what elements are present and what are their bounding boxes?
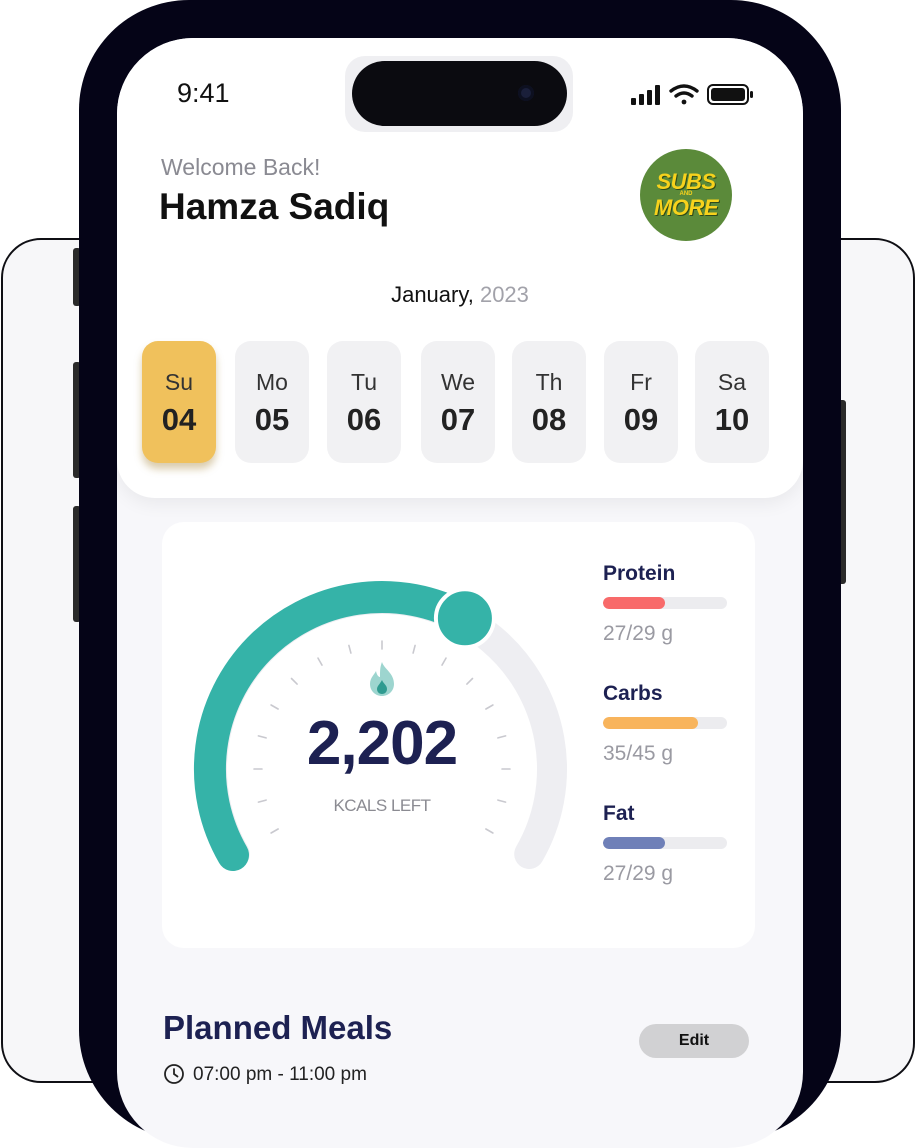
day-card-th[interactable]: Th 08 — [512, 341, 586, 463]
signal-icon — [631, 85, 660, 105]
edit-button[interactable]: Edit — [639, 1024, 749, 1058]
status-icons — [631, 84, 753, 105]
day-card-su[interactable]: Su 04 — [142, 341, 216, 463]
macro-value-carbs: 35/45 g — [603, 742, 674, 765]
planned-meals-title: Planned Meals — [163, 1009, 393, 1046]
month-text: January, — [391, 282, 474, 307]
day-number: 06 — [346, 402, 382, 437]
camera-icon — [518, 85, 534, 101]
macro-name-protein: Protein — [603, 562, 676, 585]
day-number: 09 — [623, 402, 659, 437]
gauge-knob[interactable] — [433, 587, 496, 650]
day-card-mo[interactable]: Mo 05 — [235, 341, 309, 463]
day-name: Th — [535, 369, 563, 395]
macro-bar-fat — [603, 837, 727, 849]
gauge-tick — [412, 644, 416, 654]
phone-frame: 9:41 Welcome Back! Hamza Sadiq SUBS AND … — [79, 0, 841, 1148]
day-card-tu[interactable]: Tu 06 — [327, 341, 401, 463]
status-time: 9:41 — [177, 78, 230, 108]
macro-name-carbs: Carbs — [603, 682, 663, 705]
clock-icon — [164, 1064, 184, 1084]
macro-value-protein: 27/29 g — [603, 622, 674, 645]
phone-screen: 9:41 Welcome Back! Hamza Sadiq SUBS AND … — [117, 38, 803, 1148]
macro-bar-carbs — [603, 717, 727, 729]
kcal-value: 2,202 — [306, 709, 458, 778]
gauge-tick — [317, 657, 323, 666]
day-card-we[interactable]: We 07 — [421, 341, 495, 463]
macro-bar-fill — [603, 837, 665, 849]
gauge-tick — [441, 657, 447, 666]
battery-icon — [707, 84, 753, 105]
day-number: 10 — [714, 402, 750, 437]
day-number: 07 — [440, 402, 476, 437]
day-name: Tu — [351, 369, 377, 395]
welcome-text: Welcome Back! — [161, 154, 321, 180]
flame-icon — [370, 662, 394, 696]
month-year-label[interactable]: January, 2023 — [117, 282, 803, 308]
wifi-icon — [669, 84, 699, 105]
day-name: Mo — [256, 369, 288, 395]
dynamic-island — [352, 61, 567, 126]
kcal-label: KCALS LEFT — [333, 796, 431, 815]
calorie-card: 2,202 KCALS LEFT Protein 27/29 g Carbs 35/4… — [162, 522, 755, 948]
user-name: Hamza Sadiq — [159, 186, 390, 227]
header-sheet: 9:41 Welcome Back! Hamza Sadiq SUBS AND … — [117, 38, 803, 498]
gauge-tick — [485, 828, 494, 834]
gauge-tick — [466, 677, 474, 685]
day-name: We — [440, 369, 476, 395]
day-name: Su — [164, 369, 194, 395]
year-text: 2023 — [479, 282, 529, 307]
gauge-tick — [290, 677, 298, 685]
macro-value-fat: 27/29 g — [603, 862, 674, 885]
day-name: Fr — [630, 369, 652, 395]
day-number: 05 — [254, 402, 290, 437]
gauge-tick — [270, 828, 279, 834]
macro-name-fat: Fat — [603, 802, 635, 825]
gauge-tick — [348, 644, 352, 654]
day-number: 08 — [531, 402, 567, 437]
meal-time-range: 07:00 pm - 11:00 pm — [193, 1064, 367, 1085]
day-card-fr[interactable]: Fr 09 — [604, 341, 678, 463]
macro-bar-fill — [603, 717, 699, 729]
day-card-sa[interactable]: Sa 10 — [695, 341, 769, 463]
day-name: Sa — [717, 369, 747, 395]
logo-line-more: MORE — [654, 195, 719, 220]
macro-bar-protein — [603, 597, 727, 609]
day-number: 04 — [161, 402, 197, 437]
macro-bar-fill — [603, 597, 665, 609]
brand-logo[interactable]: SUBS AND MORE — [640, 149, 732, 241]
